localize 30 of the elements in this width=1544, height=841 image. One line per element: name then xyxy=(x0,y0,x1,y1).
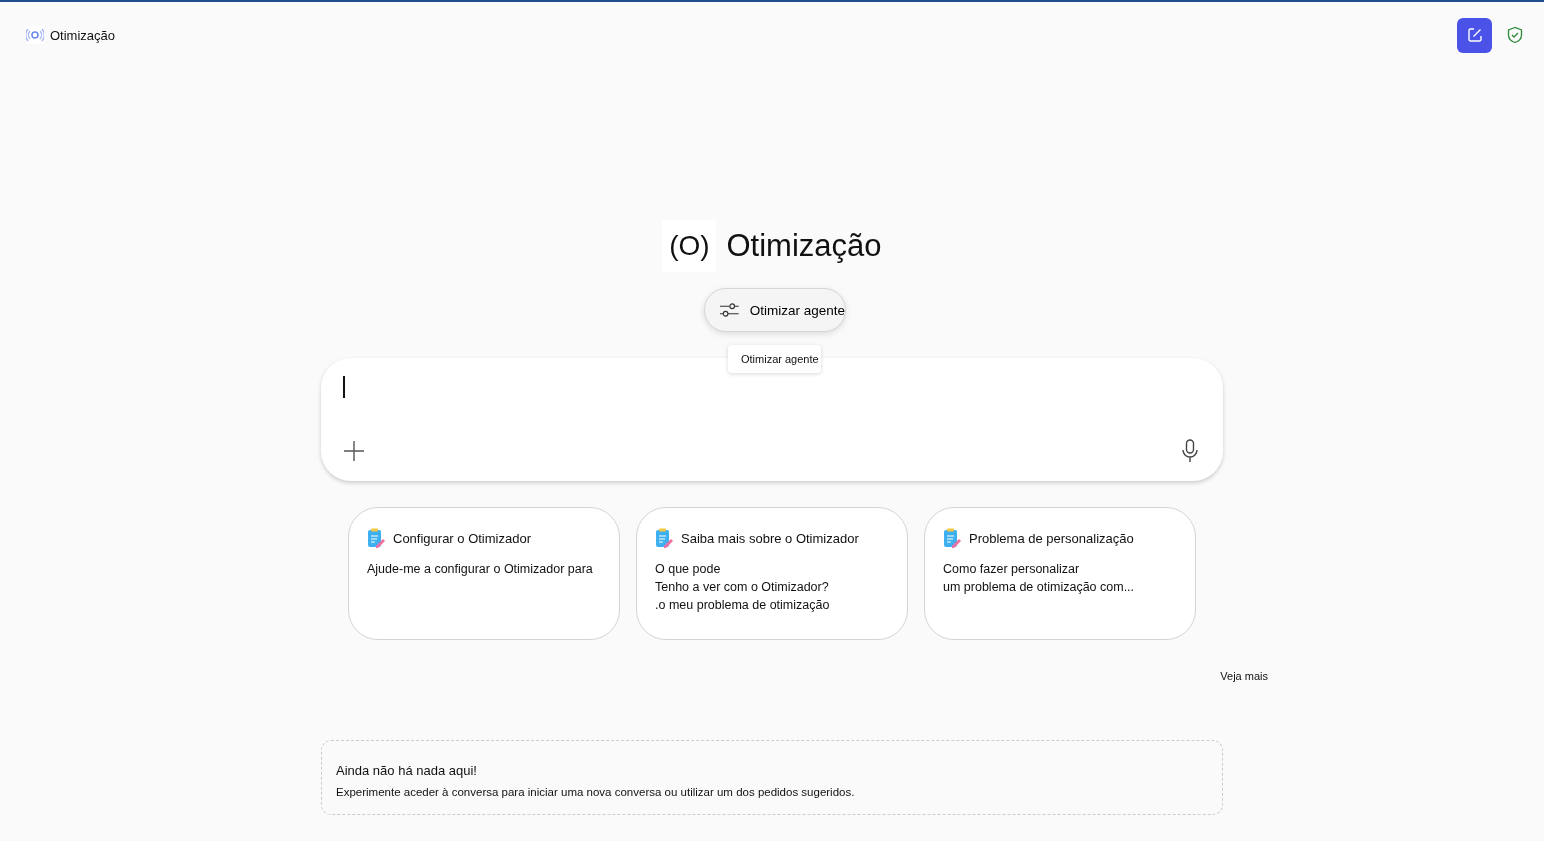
empty-state-text: Experimente aceder à conversa para iniciar uma nova conversa ou utilizar um dos pedidos sugeridos. xyxy=(336,786,856,798)
app-icon xyxy=(26,26,44,44)
app-title: Otimização xyxy=(50,27,116,43)
see-more-link[interactable]: Veja mais xyxy=(1220,670,1268,682)
suggestion-title: Configurar o Otimizador xyxy=(393,530,531,546)
suggestion-card[interactable]: Configurar o Otimizador Ajude-me a configurar o Otimizador para xyxy=(348,507,620,640)
suggestion-text: Tenho a ver com o Otimizador? xyxy=(655,580,829,594)
empty-state-title: Ainda não há nada aqui! xyxy=(336,763,478,778)
add-icon[interactable] xyxy=(343,440,365,462)
suggestion-text: Ajude-me a configurar o Otimizador para xyxy=(367,562,593,576)
notepad-pencil-icon xyxy=(367,528,385,548)
suggestion-text: Como fazer personalizar xyxy=(943,562,1080,576)
edit-icon xyxy=(1466,27,1483,43)
new-chat-button[interactable] xyxy=(1457,17,1492,53)
suggestion-card[interactable]: Saiba mais sobre o Otimizador O que pode Tenho a ver com o Otimizador? .o meu problema de otimização xyxy=(636,507,908,640)
agent-logo: (O) xyxy=(662,220,717,272)
suggestion-text: um problema de otimização com... xyxy=(943,580,1135,594)
suggestion-title: Saiba mais sobre o Otimizador xyxy=(681,530,859,546)
notepad-pencil-icon xyxy=(655,528,673,548)
suggestion-card[interactable]: Problema de personalização Como fazer personalizar um problema de otimização com... xyxy=(924,507,1196,640)
suggestion-title: Problema de personalização xyxy=(969,530,1134,546)
suggestion-text: O que pode xyxy=(655,562,721,576)
agent-title: Otimização xyxy=(726,228,882,264)
notepad-pencil-icon xyxy=(943,528,961,548)
sliders-icon xyxy=(719,301,740,319)
optimize-agent-button[interactable]: Otimizar agente xyxy=(704,288,846,332)
microphone-icon[interactable] xyxy=(1181,439,1199,463)
suggestion-text: .o meu problema de otimização xyxy=(655,598,830,612)
tooltip: Otimizar agente xyxy=(728,345,821,373)
shield-check-icon[interactable] xyxy=(1506,26,1524,44)
